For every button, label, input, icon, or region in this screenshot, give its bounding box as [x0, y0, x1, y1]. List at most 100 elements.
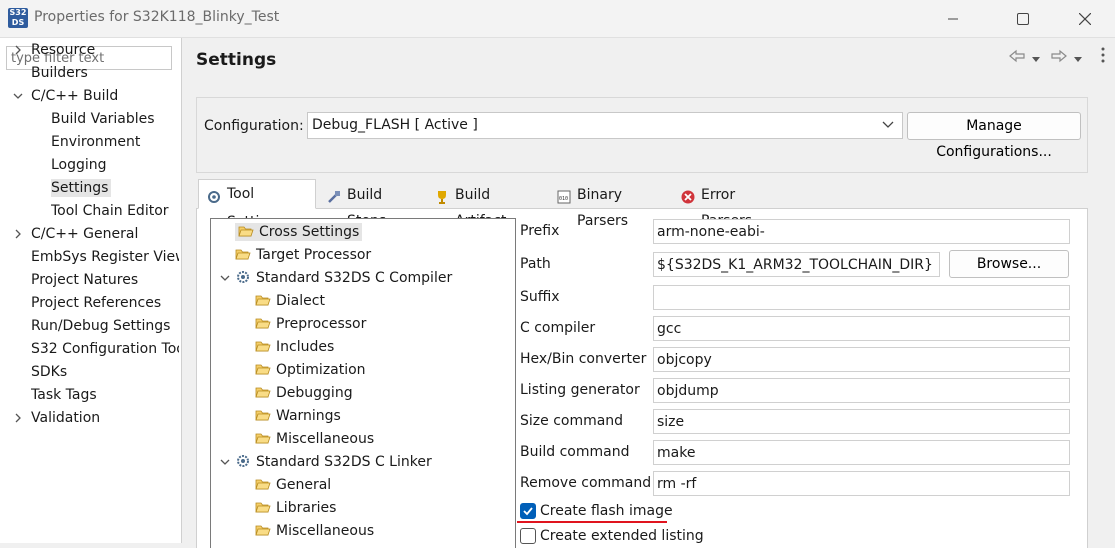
minimize-button[interactable]	[930, 0, 976, 38]
tree-item-label: Debugging	[276, 385, 353, 401]
field-label: C compiler	[520, 320, 596, 336]
tree-item[interactable]: Target Processor	[235, 244, 371, 266]
svg-text:010: 010	[559, 196, 568, 202]
nav-item-label: Settings	[51, 179, 112, 197]
field-label: Listing generator	[520, 382, 640, 398]
nav-item[interactable]: Settings	[51, 177, 179, 199]
nav-item[interactable]: C/C++ Build	[31, 85, 179, 107]
tab-error-parsers[interactable]: Error Parsers	[672, 181, 784, 229]
field-label: Hex/Bin converter	[520, 351, 647, 367]
tree-item-content: Libraries	[255, 500, 336, 516]
tab-binary-parsers[interactable]: 010 Binary Parsers	[548, 181, 670, 229]
tree-item[interactable]: Preprocessor	[255, 313, 366, 335]
chevron-down-icon[interactable]	[219, 451, 231, 473]
suffix-input[interactable]	[653, 285, 1070, 310]
nav-item[interactable]: Project References	[31, 292, 179, 314]
folder-icon	[238, 223, 254, 237]
manage-configurations-button[interactable]: Manage Configurations...	[907, 112, 1081, 160]
field-label: Path	[520, 256, 551, 272]
maximize-button[interactable]	[1000, 0, 1046, 38]
folder-icon	[255, 338, 271, 352]
tab-build-steps[interactable]: Build Steps	[318, 181, 424, 229]
tree-item[interactable]: Miscellaneous	[255, 428, 374, 450]
tree-item[interactable]: Libraries	[255, 497, 336, 519]
back-arrow-icon[interactable]	[1008, 48, 1026, 66]
binary-parser-icon: 010	[556, 188, 572, 204]
nav-item[interactable]: Project Natures	[31, 269, 179, 291]
tree-item[interactable]: Dialect	[255, 290, 325, 312]
nav-item[interactable]: Logging	[51, 154, 179, 176]
folder-icon	[235, 246, 251, 260]
tab-tool-settings[interactable]: Tool Settings	[198, 179, 316, 230]
tree-item-label: Miscellaneous	[276, 523, 375, 539]
chevron-down-icon[interactable]	[219, 267, 231, 289]
forward-menu-chevron-down-icon[interactable]	[1073, 52, 1083, 70]
close-button[interactable]	[1062, 0, 1108, 38]
nav-item[interactable]: Resource	[31, 39, 179, 61]
chevron-right-icon[interactable]	[12, 223, 24, 245]
field-label: Remove command	[520, 475, 652, 491]
tree-item[interactable]: Cross Settings	[235, 221, 363, 243]
remove-command-input[interactable]	[653, 471, 1070, 496]
nav-item[interactable]: EmbSys Register View	[31, 246, 179, 268]
tree-item[interactable]: Miscellaneous	[255, 520, 374, 542]
chevron-down-icon	[882, 118, 894, 134]
nav-item[interactable]: Builders	[31, 62, 179, 84]
tree-item-content: Preprocessor	[255, 316, 366, 332]
tree-item-content: General	[255, 477, 331, 493]
property-nav-panel: Resource Builders C/C++ Build Build Variabl…	[0, 38, 182, 543]
create-flash-image-checkbox[interactable]	[520, 503, 536, 519]
tree-item-label: Dialect	[276, 293, 325, 309]
nav-item-label: C/C++ General	[31, 226, 139, 242]
build-command-input[interactable]	[653, 440, 1070, 465]
nav-item-label: C/C++ Build	[31, 88, 119, 104]
create-extended-listing-checkbox[interactable]	[520, 528, 536, 544]
tree-item[interactable]: Debugging	[255, 382, 353, 404]
nav-item[interactable]: S32 Configuration Tools	[31, 338, 179, 360]
checkbox-label: Create extended listing	[540, 528, 704, 544]
nav-item[interactable]: Task Tags	[31, 384, 179, 406]
back-menu-chevron-down-icon[interactable]	[1031, 52, 1041, 70]
checkbox-label: Create flash image	[540, 503, 673, 519]
prefix-input[interactable]	[653, 219, 1070, 244]
tree-item-label: Libraries	[276, 500, 337, 516]
nav-item[interactable]: C/C++ General	[31, 223, 179, 245]
browse-button[interactable]: Browse...	[949, 250, 1069, 278]
size-command-input[interactable]	[653, 409, 1070, 434]
chevron-right-icon[interactable]	[12, 407, 24, 429]
tree-item[interactable]: Standard S32DS C Compiler	[235, 267, 452, 289]
build-steps-icon	[326, 188, 342, 204]
tab-label: Binary Parsers	[577, 187, 629, 229]
view-menu-icon[interactable]	[1100, 46, 1106, 64]
nav-item[interactable]: Build Variables	[51, 108, 179, 130]
listing-generator-input[interactable]	[653, 378, 1070, 403]
tree-item[interactable]: Warnings	[255, 405, 341, 427]
nav-item[interactable]: Run/Debug Settings	[31, 315, 179, 337]
folder-icon	[255, 292, 271, 306]
nav-item[interactable]: Environment	[51, 131, 179, 153]
chevron-right-icon[interactable]	[12, 39, 24, 61]
nav-item[interactable]: Validation	[31, 407, 179, 429]
nav-item-label: Environment	[51, 134, 141, 150]
tree-item[interactable]: General	[255, 474, 331, 496]
tree-item-content: Standard S32DS C Compiler	[235, 270, 452, 286]
forward-arrow-icon[interactable]	[1050, 48, 1068, 66]
tree-item-content: Miscellaneous	[255, 523, 374, 539]
path-input[interactable]	[653, 252, 940, 277]
tree-item[interactable]: Includes	[255, 336, 334, 358]
tool-settings-tree: Cross Settings Target Processor Standard S…	[210, 218, 516, 548]
nav-item-label: Tool Chain Editor	[51, 203, 169, 219]
chevron-down-icon[interactable]	[12, 85, 24, 107]
hex-bin-converter-input[interactable]	[653, 347, 1070, 372]
tree-item[interactable]: Standard S32DS C Linker	[235, 451, 432, 473]
folder-icon	[255, 476, 271, 490]
nav-item[interactable]: Tool Chain Editor	[51, 200, 179, 222]
c-compiler-input[interactable]	[653, 316, 1070, 341]
field-label: Size command	[520, 413, 624, 429]
tree-item[interactable]: Optimization	[255, 359, 366, 381]
nav-item-label: SDKs	[31, 364, 68, 380]
tree-item-content: Miscellaneous	[255, 431, 374, 447]
nav-item-label: Validation	[31, 410, 101, 426]
nav-item[interactable]: SDKs	[31, 361, 179, 383]
tab-build-artifact[interactable]: Build Artifact	[426, 181, 546, 229]
